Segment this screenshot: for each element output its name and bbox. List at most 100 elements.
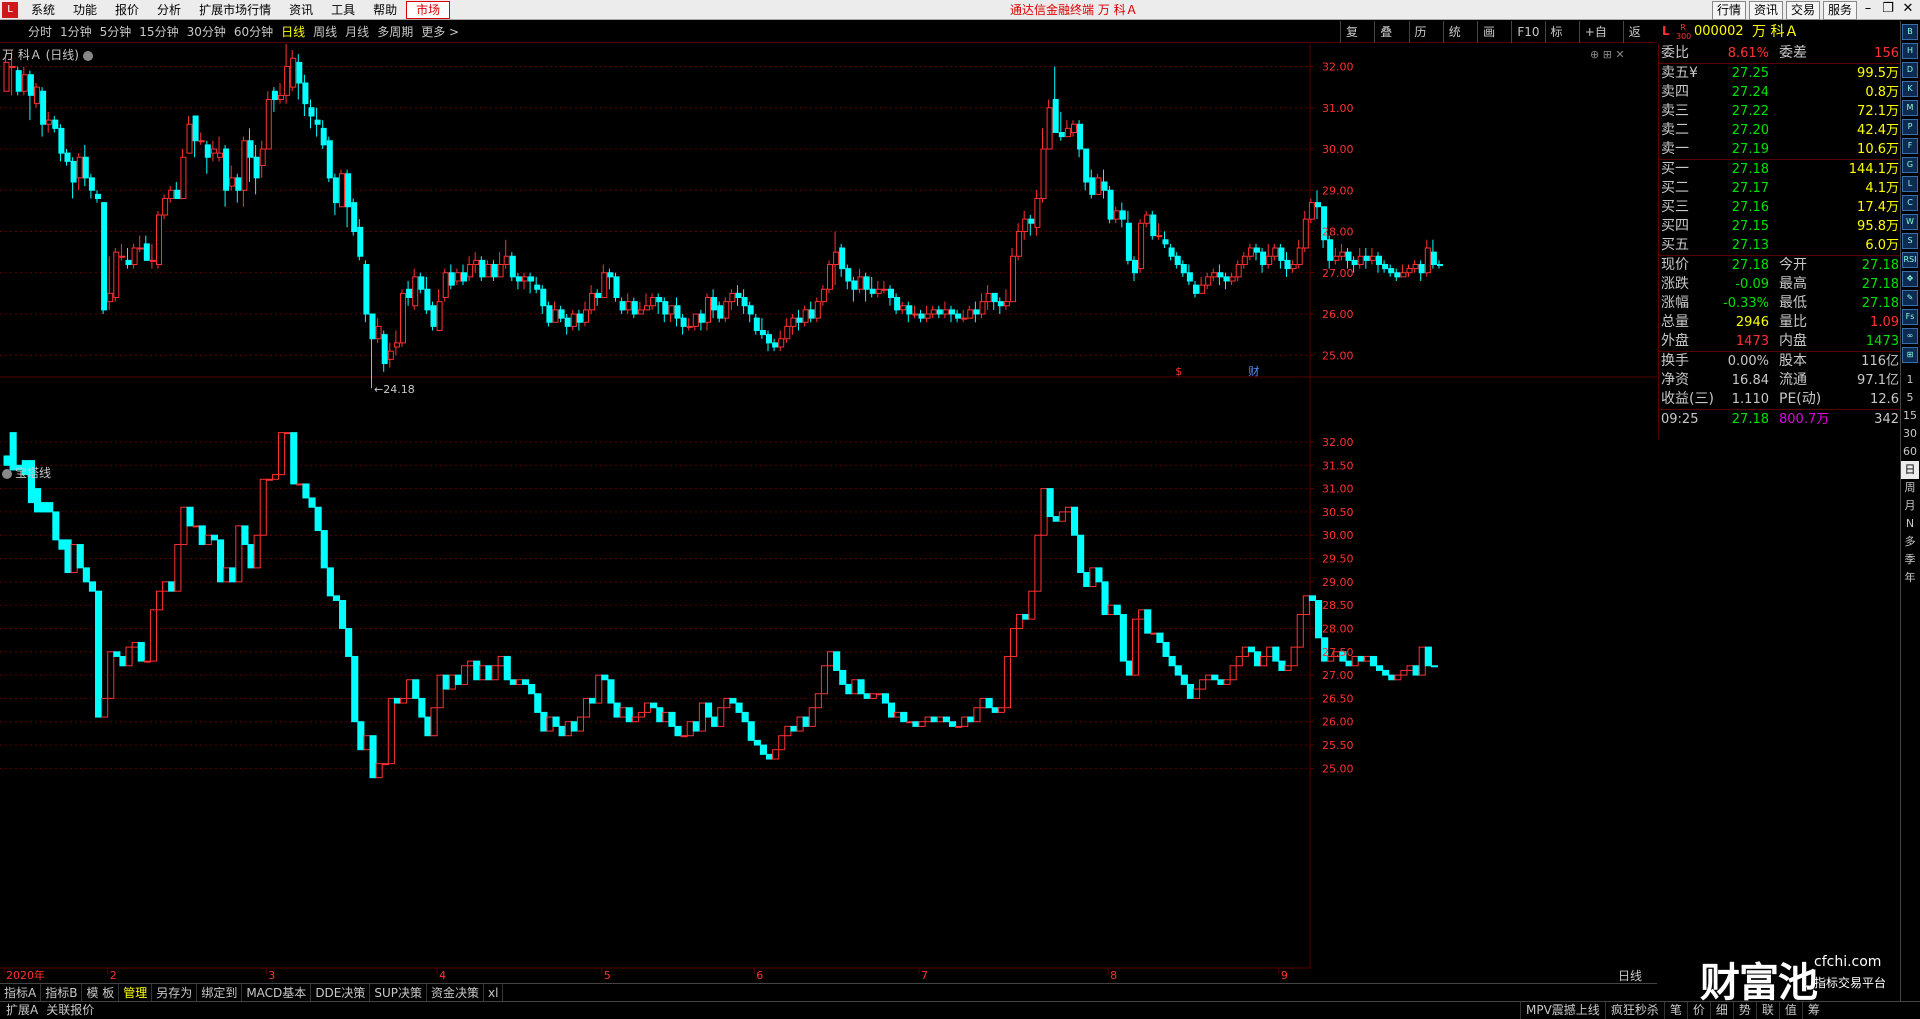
right-menu-service[interactable]: 服务: [1823, 1, 1858, 20]
period-tab[interactable]: 周线: [309, 21, 341, 43]
period-tab[interactable]: 15分钟: [135, 21, 182, 43]
side-tool-icon[interactable]: ∞: [1902, 328, 1918, 344]
tower-brick: [473, 660, 481, 681]
chart-tool-button[interactable]: 画线: [1477, 21, 1511, 61]
tower-brick: [454, 674, 462, 685]
status-button[interactable]: MPV震撼上线: [1520, 1002, 1605, 1019]
stock-code: 000002: [1694, 24, 1744, 39]
indicator-tab[interactable]: 资金决策: [427, 984, 485, 1001]
side-period-button[interactable]: 30: [1901, 425, 1919, 443]
candle-body: [814, 301, 821, 319]
side-period-button[interactable]: 月: [1901, 497, 1919, 515]
status-extended-a[interactable]: 扩展A: [2, 1002, 42, 1019]
side-tool-icon[interactable]: K: [1902, 81, 1918, 97]
right-menu-quote[interactable]: 行情: [1712, 1, 1747, 20]
candle-body: [369, 313, 376, 340]
tower-brick: [479, 665, 487, 681]
side-tool-icon[interactable]: ⊞: [1902, 347, 1918, 363]
side-tool-icon[interactable]: F: [1902, 138, 1918, 154]
chart-tool-button[interactable]: 历史: [1408, 21, 1443, 61]
menu-news[interactable]: 资讯: [280, 0, 322, 20]
menu-tools[interactable]: 工具: [322, 0, 364, 20]
side-period-button[interactable]: 周: [1901, 479, 1919, 497]
menu-market[interactable]: 市场: [406, 1, 451, 19]
side-tool-icon[interactable]: RSI: [1902, 252, 1918, 268]
indicator-tab[interactable]: DDE决策: [311, 984, 371, 1001]
right-menu-news[interactable]: 资讯: [1749, 1, 1784, 20]
side-period-button[interactable]: 日: [1901, 461, 1919, 479]
side-period-button[interactable]: 5: [1901, 389, 1919, 407]
side-tool-icon[interactable]: ✎: [1902, 290, 1918, 306]
chart-tool-button[interactable]: 复权: [1340, 21, 1374, 61]
side-tool-icon[interactable]: Fs: [1902, 309, 1918, 325]
side-tool-icon[interactable]: H: [1902, 43, 1918, 59]
indicator-tab[interactable]: 另存为: [152, 984, 198, 1001]
close-icon[interactable]: ✕: [1898, 1, 1918, 19]
side-tool-icon[interactable]: S: [1902, 233, 1918, 249]
main-chart-buttons[interactable]: ⊕ ⊞ ✕: [1590, 48, 1625, 61]
candle-body: [168, 189, 175, 199]
side-period-button[interactable]: 15: [1901, 407, 1919, 425]
indicator-tab[interactable]: xl: [484, 984, 504, 1001]
menu-help[interactable]: 帮助: [364, 0, 406, 20]
chart-tool-button[interactable]: F10: [1511, 21, 1544, 43]
tower-brick: [1113, 604, 1121, 615]
side-period-button[interactable]: 多: [1901, 533, 1919, 551]
menu-analysis[interactable]: 分析: [148, 0, 190, 20]
menu-function[interactable]: 功能: [64, 0, 106, 20]
chart-tool-button[interactable]: 统计: [1442, 21, 1477, 61]
side-tool-icon[interactable]: ✥: [1902, 271, 1918, 287]
period-tab[interactable]: 多周期: [373, 21, 417, 43]
side-tool-icon[interactable]: B: [1902, 24, 1918, 40]
period-tab[interactable]: 月线: [341, 21, 373, 43]
period-tab[interactable]: 60分钟: [230, 21, 277, 43]
candle-body: [40, 90, 47, 125]
chart-tool-button[interactable]: +自选: [1578, 21, 1623, 61]
side-tool-icon[interactable]: P: [1902, 119, 1918, 135]
chart-tool-button[interactable]: 叠加: [1374, 21, 1408, 61]
candle-body: [558, 309, 565, 319]
chart-settings-icon[interactable]: [83, 50, 93, 61]
side-tool-icon[interactable]: C: [1902, 195, 1918, 211]
indicator-tab[interactable]: 管理: [119, 984, 153, 1001]
side-tool-icon[interactable]: M: [1902, 100, 1918, 116]
side-tool-icon[interactable]: D: [1902, 62, 1918, 78]
side-tool-icon[interactable]: W: [1902, 214, 1918, 230]
period-tab[interactable]: 30分钟: [183, 21, 230, 43]
indicator-tab[interactable]: 绑定到: [197, 984, 243, 1001]
side-period-button[interactable]: 60: [1901, 443, 1919, 461]
side-period-button[interactable]: 季: [1901, 551, 1919, 569]
tower-brick: [918, 721, 926, 727]
minimize-icon[interactable]: –: [1858, 1, 1878, 19]
indicator-tab[interactable]: SUP决策: [370, 984, 428, 1001]
period-tab[interactable]: 分时: [24, 21, 56, 43]
menu-extended-market[interactable]: 扩展市场行情: [190, 0, 280, 20]
restore-icon[interactable]: ❐: [1878, 1, 1898, 19]
status-button[interactable]: 笔: [1663, 1002, 1687, 1019]
period-tab[interactable]: 1分钟: [56, 21, 96, 43]
indicator-tab[interactable]: 模 板: [82, 984, 120, 1001]
period-tab[interactable]: 5分钟: [96, 21, 136, 43]
candle-body: [979, 301, 986, 315]
period-tab[interactable]: 日线: [277, 21, 309, 43]
side-period-button[interactable]: 年: [1901, 569, 1919, 587]
indicator-settings-icon[interactable]: [2, 468, 12, 479]
side-period-button[interactable]: 1: [1901, 371, 1919, 389]
menu-system[interactable]: 系统: [22, 0, 64, 20]
side-tool-icon[interactable]: G: [1902, 157, 1918, 173]
status-button[interactable]: 疯狂秒杀: [1604, 1002, 1664, 1019]
chart-tool-button[interactable]: 返回: [1622, 21, 1657, 61]
period-tab[interactable]: 更多 >: [417, 21, 463, 43]
chart-tool-button[interactable]: 标记: [1544, 21, 1579, 61]
chart-area[interactable]: 25.00 26.00 27.00 28.00 29.00 30.00 31.00 32.00…: [0, 44, 1657, 984]
side-tool-icon[interactable]: L: [1902, 176, 1918, 192]
indicator-tab[interactable]: 指标A: [0, 984, 42, 1001]
candle-body: [27, 74, 34, 96]
tower-brick: [997, 707, 1005, 713]
menu-quote[interactable]: 报价: [106, 0, 148, 20]
side-period-button[interactable]: N: [1901, 515, 1919, 533]
right-menu-trade[interactable]: 交易: [1786, 1, 1821, 20]
status-linked-quote[interactable]: 关联报价: [42, 1002, 98, 1019]
indicator-tab[interactable]: MACD基本: [242, 984, 312, 1001]
indicator-tab[interactable]: 指标B: [41, 984, 83, 1001]
